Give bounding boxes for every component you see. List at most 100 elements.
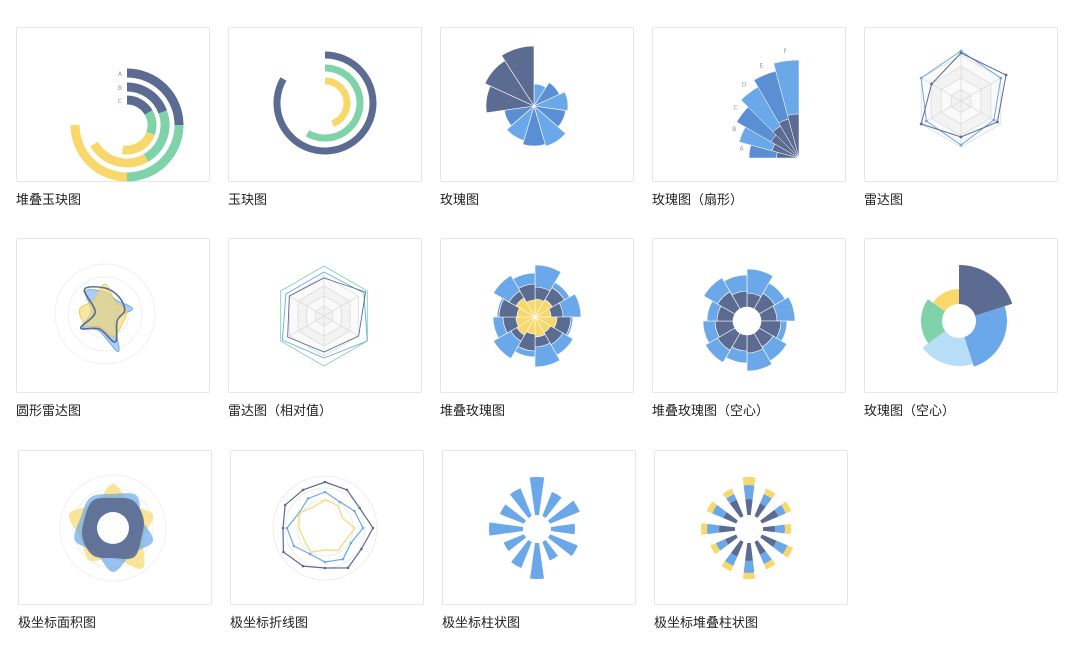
polar-line-point (345, 488, 349, 492)
gallery-label-jade[interactable]: 玉玦图 (228, 193, 267, 209)
polar-line-point (306, 497, 310, 500)
jade-arc (324, 77, 351, 127)
stacked-rose-chart-icon (492, 264, 582, 368)
polar-stacked-bar (760, 509, 779, 524)
radar-point (959, 143, 963, 147)
gallery-card-polar-stacked-bar[interactable] (654, 450, 848, 605)
polar-line-point (323, 490, 327, 494)
radar-point (959, 51, 963, 55)
stacked-jade-chart-icon: ABC (70, 68, 184, 182)
gallery-card-polar-line[interactable] (230, 450, 424, 605)
radar-point (1004, 73, 1008, 77)
gallery-card-polar-area[interactable] (18, 450, 212, 605)
circular-radar-chart-icon (54, 263, 156, 365)
polar-line-point (292, 544, 296, 548)
gallery-label-radar[interactable]: 雷达图 (864, 193, 903, 209)
gallery-label-polar-area[interactable]: 极坐标面积图 (18, 616, 96, 632)
jade-arc-segment (121, 131, 155, 155)
gallery-label-stacked-rose[interactable]: 堆叠玫瑰图 (440, 404, 505, 420)
rose-sector-chart-icon: A B C D E F (732, 48, 800, 159)
polar-line-point (323, 480, 327, 484)
polar-stacked-bar (745, 498, 753, 516)
radar-point (999, 76, 1003, 80)
jade-arc-segment (144, 110, 157, 136)
hollow-rose-chart-icon (920, 265, 1013, 367)
polar-area-hole (97, 512, 129, 544)
radar-point (992, 118, 996, 122)
gallery-label-polar-line[interactable]: 极坐标折线图 (230, 616, 308, 632)
polar-stacked-bar (743, 485, 755, 500)
rose-sector-axis-letter: C (733, 104, 737, 111)
gallery-label-polar-stacked-bar[interactable]: 极坐标堆叠柱状图 (654, 616, 758, 632)
polar-stacked-bar-chart-icon (701, 477, 794, 580)
gallery-card-rose-sector[interactable]: A B C D E F (652, 27, 846, 182)
relative-radar-chart-icon (280, 265, 368, 367)
gallery-card-rose[interactable] (440, 27, 634, 182)
jade-arc (305, 64, 364, 142)
gallery-label-hollow-stacked-rose[interactable]: 堆叠玫瑰图（空心） (652, 404, 769, 420)
polar-line-series (282, 481, 374, 569)
polar-stacked-bar (701, 523, 708, 535)
polar-stacked-bar (743, 560, 755, 573)
polar-line-point (281, 526, 285, 530)
polar-stacked-bar (730, 540, 744, 557)
rose-chart-icon (484, 45, 569, 147)
gallery-card-stacked-jade[interactable]: ABC (16, 27, 210, 182)
rose-sector-axis-letter: D (742, 82, 747, 89)
rose-sector-axis-letter: B (732, 126, 736, 133)
polar-bar (489, 522, 524, 536)
polar-bar (530, 542, 544, 579)
polar-line-point (341, 557, 345, 561)
jade-arc-segment (126, 95, 153, 116)
gallery-card-circular-radar[interactable] (16, 238, 210, 393)
radar-point (919, 122, 923, 126)
rose-sector-axis-letter: F (783, 48, 787, 55)
grid-circle (296, 499, 354, 557)
polar-line-point (308, 552, 312, 556)
polar-line-point (283, 503, 287, 507)
gallery-label-hollow-rose[interactable]: 玫瑰图（空心） (864, 404, 955, 420)
polar-line-point (301, 488, 305, 492)
radar-point (919, 76, 923, 80)
polar-stacked-bar (729, 499, 744, 518)
polar-stacked-bar (774, 524, 785, 534)
hollow-stacked-rose-chart-icon (702, 268, 796, 372)
polar-line-point (323, 566, 327, 570)
radar-point (930, 82, 933, 86)
polar-line-point (360, 547, 363, 551)
jade-letter: B (118, 85, 122, 92)
gallery-label-rose-sector[interactable]: 玫瑰图（扇形） (652, 193, 743, 209)
polar-stacked-bar (742, 572, 756, 580)
polar-stacked-bar (784, 523, 792, 535)
polar-line-point (338, 500, 342, 504)
gallery-card-relative-radar[interactable] (228, 238, 422, 393)
gallery-label-stacked-jade[interactable]: 堆叠玉玦图 (16, 193, 81, 209)
gallery-card-stacked-rose[interactable] (440, 238, 634, 393)
polar-line-point (349, 541, 353, 545)
rose-sector-axis-letter: A (739, 145, 744, 152)
radar-point (959, 135, 963, 139)
polar-line-point (371, 526, 375, 530)
polar-line-series (286, 491, 364, 563)
gallery-label-circular-radar[interactable]: 圆形雷达图 (16, 404, 81, 420)
gallery-card-jade[interactable] (228, 27, 422, 182)
jade-letter: C (118, 98, 122, 105)
polar-bar (529, 477, 545, 516)
polar-stacked-bar (745, 542, 753, 561)
polar-line-point (353, 509, 356, 513)
polar-line-point (301, 564, 305, 568)
polar-stacked-bar (762, 525, 776, 533)
polar-line-point (323, 560, 327, 564)
polar-area-chart-icon (59, 474, 167, 582)
gallery-card-hollow-stacked-rose[interactable] (652, 238, 846, 393)
gallery-card-polar-bar[interactable] (442, 450, 636, 605)
jade-letter: A (118, 71, 123, 78)
gallery-card-radar[interactable] (864, 27, 1058, 182)
gallery-label-relative-radar[interactable]: 雷达图（相对值） (228, 404, 332, 420)
polar-stacked-bar (742, 477, 756, 486)
gallery-card-hollow-rose[interactable] (864, 238, 1058, 393)
polar-line-point (285, 526, 289, 530)
gallery-label-rose[interactable]: 玫瑰图 (440, 193, 479, 209)
gallery-label-polar-bar[interactable]: 极坐标柱状图 (442, 616, 520, 632)
polar-bar (550, 523, 575, 535)
